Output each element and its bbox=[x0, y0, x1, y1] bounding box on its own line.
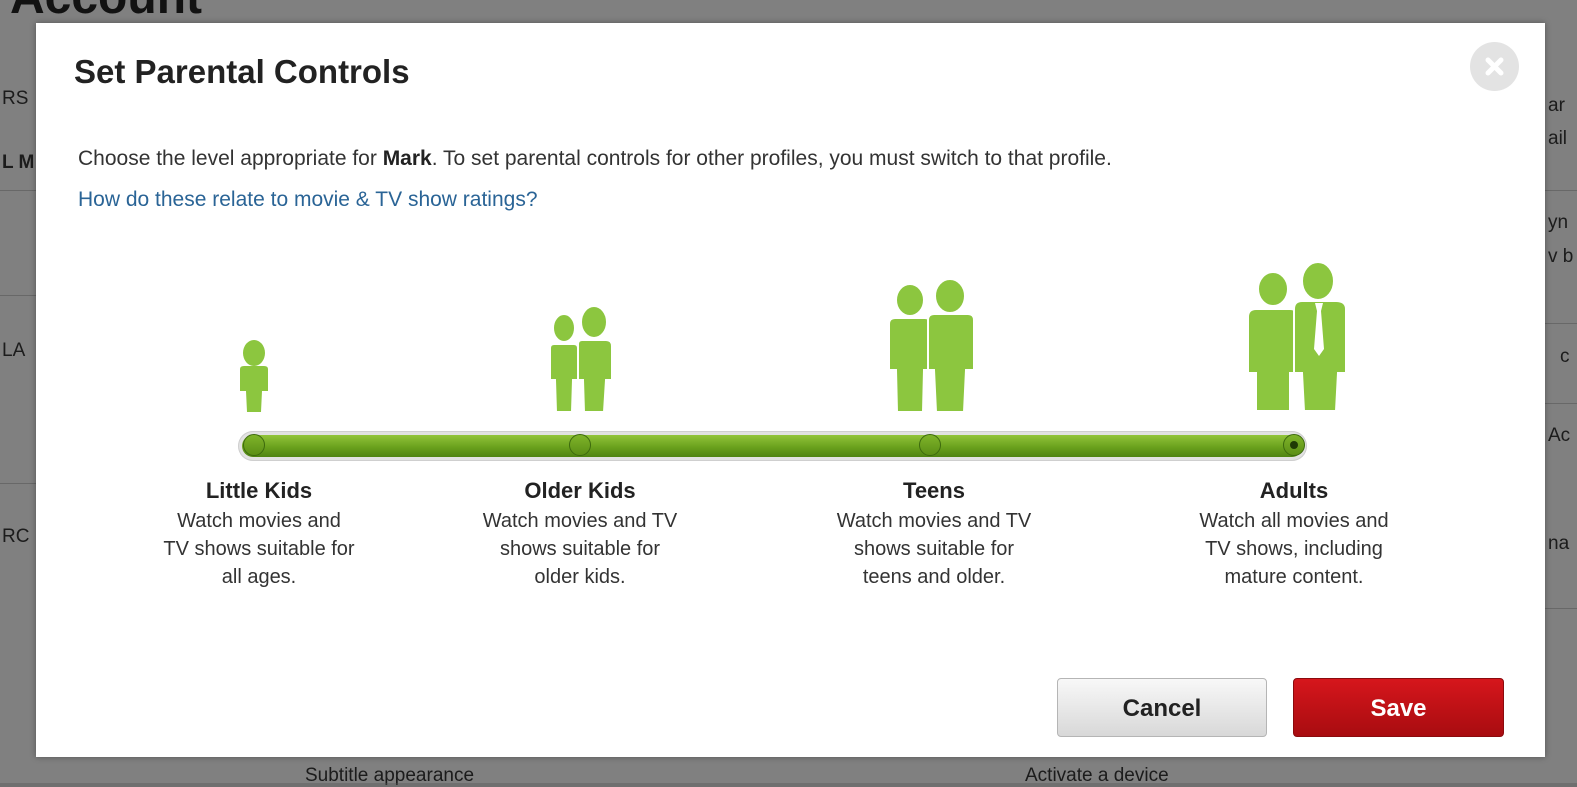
level-description: Watch movies and TV shows suitable for a… bbox=[129, 507, 389, 591]
level-name: Adults bbox=[1259, 478, 1329, 503]
slider-stop-teens[interactable] bbox=[919, 434, 941, 456]
level-description-line: mature content. bbox=[1224, 566, 1364, 588]
level-description: Watch movies and TV shows suitable for t… bbox=[804, 507, 1064, 591]
little-kids-icon bbox=[240, 340, 268, 412]
level-description-line: Watch movies and TV bbox=[836, 510, 1032, 532]
level-description-line: teens and older. bbox=[862, 566, 1006, 588]
dialog-title: Set Parental Controls bbox=[74, 53, 410, 90]
level-option-teens[interactable]: Teens Watch movies and TV shows suitable… bbox=[804, 478, 1064, 591]
level-description-line: Watch movies and bbox=[177, 510, 341, 532]
close-button[interactable] bbox=[1470, 42, 1519, 91]
level-description: Watch movies and TV shows suitable for o… bbox=[450, 507, 710, 591]
slider-stop-older-kids[interactable] bbox=[569, 434, 591, 456]
level-name: Older Kids bbox=[524, 478, 636, 503]
level-description-line: Watch movies and TV bbox=[482, 510, 678, 532]
slider-stop-adults[interactable] bbox=[1283, 434, 1305, 456]
parental-level-slider[interactable] bbox=[238, 431, 1307, 461]
level-name: Little Kids bbox=[205, 478, 313, 503]
level-name: Teens bbox=[903, 478, 965, 503]
save-button[interactable]: Save bbox=[1293, 678, 1504, 737]
teens-icon bbox=[888, 278, 975, 413]
level-description-line: older kids. bbox=[534, 566, 626, 588]
level-description-line: all ages. bbox=[221, 566, 297, 588]
profile-name: Mark bbox=[382, 147, 432, 170]
level-description: Watch all movies and TV shows, including… bbox=[1164, 507, 1424, 591]
ratings-help-link[interactable]: How do these relate to movie & TV show r… bbox=[78, 188, 538, 212]
parental-controls-dialog: Set Parental Controls Choose the level a… bbox=[36, 23, 1545, 757]
adults-icon bbox=[1247, 261, 1347, 412]
level-description-line: TV shows, including bbox=[1205, 538, 1383, 560]
level-description-line: shows suitable for bbox=[499, 538, 661, 560]
level-option-adults[interactable]: Adults Watch all movies and TV shows, in… bbox=[1164, 478, 1424, 591]
slider-stop-little-kids[interactable] bbox=[243, 434, 265, 456]
slider-fill bbox=[242, 435, 1303, 457]
close-icon bbox=[1485, 57, 1504, 76]
level-option-little-kids[interactable]: Little Kids Watch movies and TV shows su… bbox=[129, 478, 389, 591]
level-option-older-kids[interactable]: Older Kids Watch movies and TV shows sui… bbox=[450, 478, 710, 591]
intro-suffix: . To set parental controls for other pro… bbox=[431, 147, 1112, 170]
intro-text: Choose the level appropriate for Mark. T… bbox=[78, 147, 1112, 171]
level-description-line: TV shows suitable for bbox=[163, 538, 355, 560]
cancel-button[interactable]: Cancel bbox=[1057, 678, 1267, 737]
intro-prefix: Choose the level appropriate for bbox=[78, 147, 383, 170]
level-description-line: Watch all movies and bbox=[1199, 510, 1389, 532]
older-kids-icon bbox=[549, 306, 613, 413]
level-description-line: shows suitable for bbox=[853, 538, 1015, 560]
